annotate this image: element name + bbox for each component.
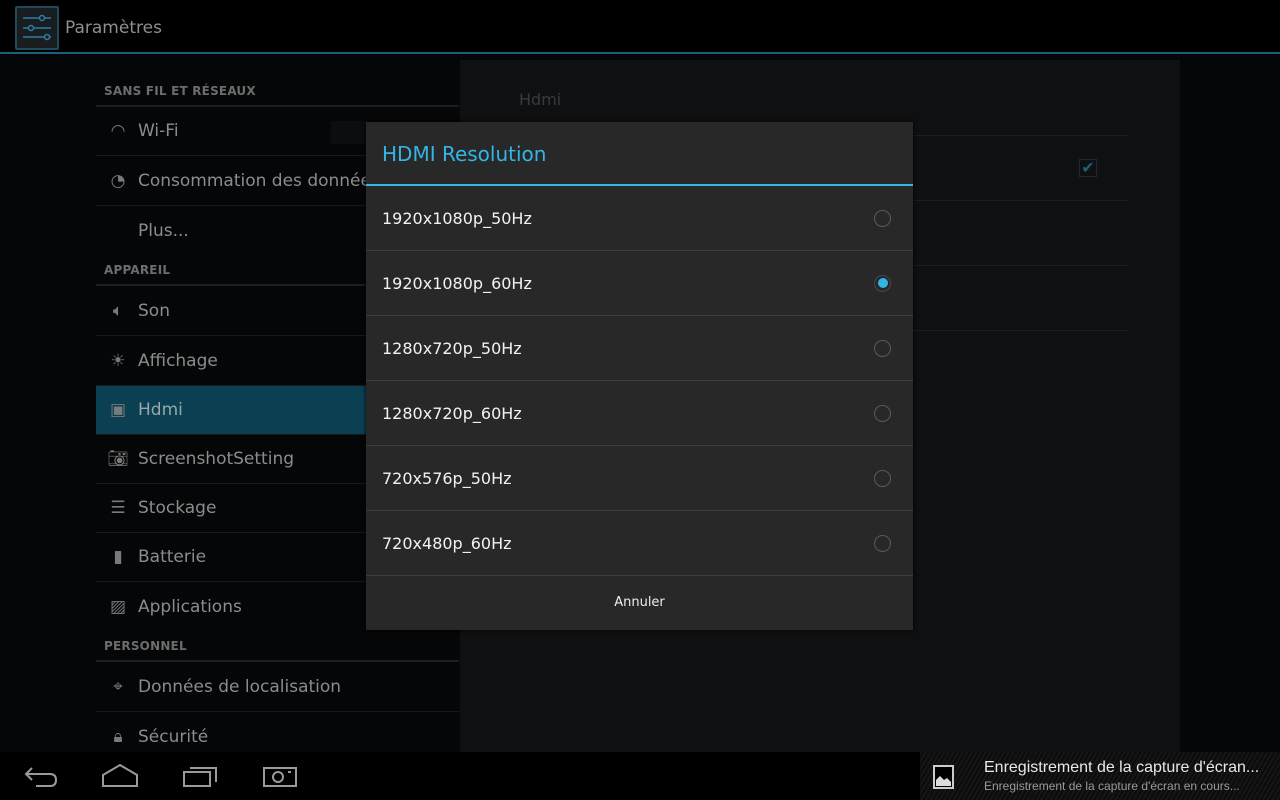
resolution-option[interactable]: 1280x720p_60Hz: [366, 381, 913, 446]
radio-button[interactable]: [874, 209, 891, 227]
dialog-title: HDMI Resolution: [366, 122, 913, 186]
wifi-toggle[interactable]: [331, 121, 367, 144]
sidebar-item-label: Hdmi: [138, 400, 183, 420]
resolution-option[interactable]: 720x576p_50Hz: [366, 446, 913, 511]
sidebar-item-label: Sécurité: [138, 727, 209, 747]
resolution-option[interactable]: 1920x1080p_60Hz: [366, 251, 913, 316]
back-icon[interactable]: [22, 762, 60, 790]
sidebar-item-label: Batterie: [138, 547, 207, 567]
home-icon[interactable]: [100, 762, 140, 790]
apps-icon: ▨: [109, 596, 127, 617]
cancel-button[interactable]: Annuler: [366, 576, 913, 629]
hdmi-monitor-icon: ▣: [109, 400, 127, 420]
radio-button[interactable]: [874, 469, 891, 487]
notification-text: Enregistrement de la capture d'écran en …: [984, 779, 1240, 793]
screenshot-icon[interactable]: [262, 762, 298, 790]
hdmi-enable-checkbox[interactable]: ✔: [1079, 159, 1097, 177]
sidebar-item-label: Stockage: [138, 498, 217, 518]
detail-header: Hdmi: [519, 90, 562, 109]
storage-icon: ☰: [110, 498, 126, 518]
image-icon: [933, 765, 954, 789]
camera-icon: 📷︎: [107, 449, 129, 469]
location-icon: ⌖: [113, 677, 123, 697]
screenshot-notification[interactable]: Enregistrement de la capture d'écran... …: [920, 752, 1280, 800]
sidebar-item-location[interactable]: ⌖ Données de localisation: [96, 663, 459, 712]
data-usage-icon: ◔: [110, 171, 126, 191]
wifi-icon: ◠: [110, 121, 126, 141]
sidebar-item-label: Applications: [138, 596, 242, 617]
sidebar-item-label: Consommation des données: [138, 171, 380, 191]
recent-apps-icon[interactable]: [182, 762, 218, 790]
sidebar-item-label: ScreenshotSetting: [138, 449, 295, 469]
app-title: Paramètres: [65, 18, 162, 38]
sidebar-item-label: Données de localisation: [138, 677, 342, 697]
resolution-option[interactable]: 1280x720p_50Hz: [366, 316, 913, 381]
hdmi-resolution-dialog: HDMI Resolution 1920x1080p_50Hz 1920x108…: [366, 122, 913, 630]
resolution-option[interactable]: 720x480p_60Hz: [366, 511, 913, 576]
action-bar: Paramètres: [0, 0, 1280, 54]
resolution-option[interactable]: 1920x1080p_50Hz: [366, 186, 913, 251]
section-header-personal: PERSONNEL: [96, 634, 459, 662]
radio-button[interactable]: [874, 339, 891, 357]
radio-button[interactable]: [874, 404, 891, 422]
sidebar-item-label: Son: [138, 301, 170, 321]
brightness-icon: ☀︎: [110, 351, 126, 371]
section-header-wireless: SANS FIL ET RÉSEAUX: [96, 80, 459, 107]
sidebar-item-label: Affichage: [138, 351, 218, 371]
radio-button-selected[interactable]: [874, 274, 891, 292]
sidebar-item-label: Wi-Fi: [138, 121, 179, 141]
notification-title: Enregistrement de la capture d'écran...: [984, 759, 1260, 776]
speaker-icon: 🔈︎: [112, 301, 124, 321]
radio-button[interactable]: [874, 534, 891, 552]
battery-icon: ▮: [113, 547, 123, 567]
sidebar-item-label: Plus...: [138, 220, 189, 241]
lock-icon: 🔒︎: [113, 727, 123, 747]
settings-sliders-icon[interactable]: [15, 6, 59, 50]
